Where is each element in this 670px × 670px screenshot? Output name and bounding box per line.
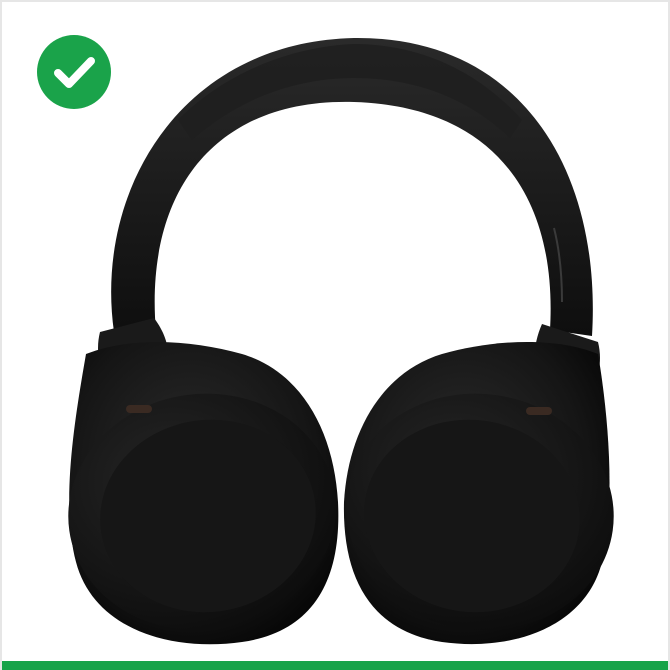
headband <box>111 37 593 337</box>
right-mic-port <box>526 407 552 415</box>
product-card[interactable] <box>0 0 670 670</box>
right-ear-cup <box>343 341 614 645</box>
left-ear-cup <box>68 341 339 645</box>
check-circle-icon <box>36 34 112 110</box>
left-mic-port <box>126 405 152 413</box>
selected-indicator-bar <box>2 661 668 670</box>
